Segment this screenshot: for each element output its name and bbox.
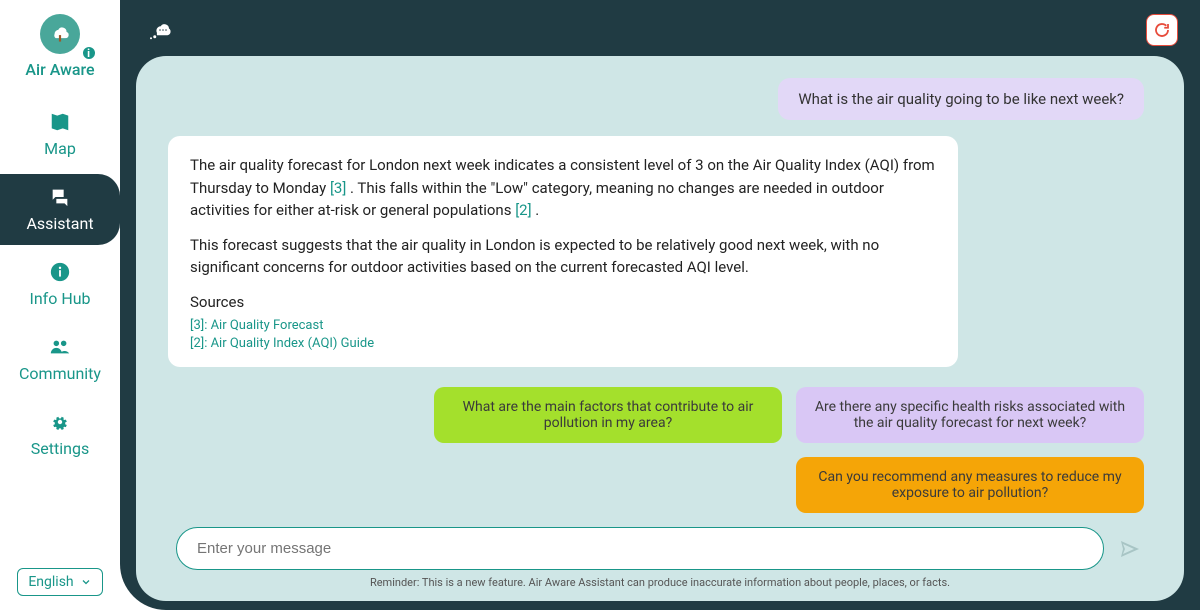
source-link-2[interactable]: [2]: Air Quality Index (AQI) Guide: [190, 335, 936, 353]
assistant-message: The air quality forecast for London next…: [168, 136, 958, 367]
chat-icon: [49, 186, 71, 208]
gear-icon: [49, 411, 71, 433]
info-badge-icon[interactable]: i: [81, 45, 97, 61]
suggestion-reduce-exposure[interactable]: Can you recommend any measures to reduce…: [796, 457, 1144, 513]
chevron-down-icon: [80, 576, 92, 588]
composer: [176, 527, 1144, 570]
nav-community[interactable]: Community: [0, 324, 120, 395]
suggestion-health-risks[interactable]: Are there any specific health risks asso…: [796, 387, 1144, 443]
nav-settings-label: Settings: [31, 439, 89, 458]
nav-assistant[interactable]: Assistant: [0, 174, 120, 245]
message-input[interactable]: [176, 527, 1104, 570]
language-select[interactable]: English: [17, 568, 102, 596]
topbar: [136, 14, 1184, 56]
brand-logo: [40, 14, 80, 54]
brand-name: Air Aware: [25, 60, 94, 79]
brand-block: i Air Aware: [25, 14, 94, 79]
app-root: i Air Aware Map Assistant Info Hub Commu…: [0, 0, 1200, 610]
assistant-paragraph: This forecast suggests that the air qual…: [190, 234, 936, 279]
nav-community-label: Community: [19, 364, 101, 383]
chat-surface: What is the air quality going to be like…: [136, 56, 1184, 601]
refresh-button[interactable]: [1146, 14, 1178, 46]
nav-settings[interactable]: Settings: [0, 399, 120, 470]
suggestion-chips: What are the main factors that contribut…: [176, 387, 1144, 513]
nav-map[interactable]: Map: [0, 99, 120, 170]
map-icon: [49, 111, 71, 133]
refresh-icon: [1153, 21, 1171, 39]
sidebar: i Air Aware Map Assistant Info Hub Commu…: [0, 0, 120, 610]
source-link-3[interactable]: [3]: Air Quality Forecast: [190, 317, 936, 335]
nav-info-hub-label: Info Hub: [29, 289, 90, 308]
nav-info-hub[interactable]: Info Hub: [0, 249, 120, 320]
tree-cloud-icon: [47, 21, 73, 47]
disclaimer-text: Reminder: This is a new feature. Air Awa…: [176, 576, 1144, 589]
thought-cloud-icon: [148, 20, 178, 40]
sources-heading: Sources: [190, 291, 936, 314]
language-label: English: [28, 574, 73, 590]
nav-map-label: Map: [44, 139, 76, 158]
send-icon: [1118, 537, 1142, 561]
assistant-paragraph: The air quality forecast for London next…: [190, 154, 936, 222]
send-button[interactable]: [1116, 535, 1144, 563]
people-icon: [49, 336, 71, 358]
main-panel: What is the air quality going to be like…: [120, 0, 1200, 610]
suggestion-factors[interactable]: What are the main factors that contribut…: [434, 387, 782, 443]
citation-2[interactable]: [2]: [515, 201, 531, 219]
nav-list: Map Assistant Info Hub Community Setting…: [0, 99, 120, 470]
info-icon: [49, 261, 71, 283]
message-list: What is the air quality going to be like…: [176, 78, 1144, 513]
nav-assistant-label: Assistant: [26, 214, 93, 233]
user-message: What is the air quality going to be like…: [778, 78, 1144, 120]
citation-3[interactable]: [3]: [330, 179, 346, 197]
